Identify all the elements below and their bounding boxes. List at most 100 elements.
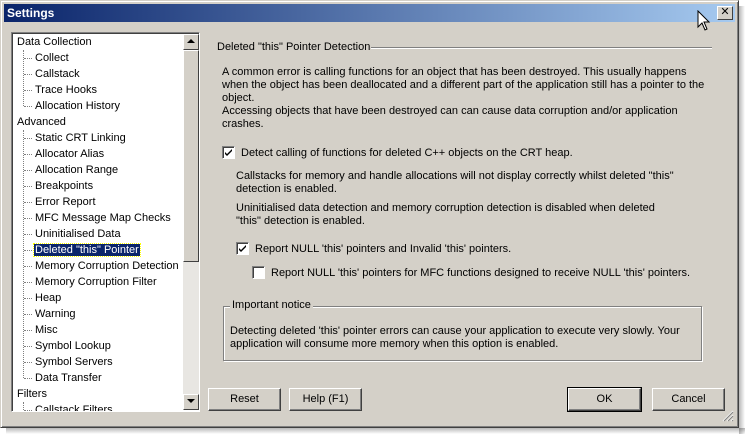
- tree-item-label: Memory Corruption Detection: [35, 260, 179, 272]
- tree-item[interactable]: Callstack: [34, 66, 81, 82]
- tree-item[interactable]: Symbol Servers: [34, 354, 114, 370]
- tree-item-label: Memory Corruption Filter: [35, 276, 157, 288]
- close-icon: ✕: [720, 6, 730, 18]
- tree-connector: [23, 402, 24, 411]
- checkmark-icon: [225, 149, 232, 156]
- tree-item[interactable]: Symbol Lookup: [34, 338, 112, 354]
- help-button[interactable]: Help (F1): [289, 388, 362, 411]
- tree-item-label: Deleted "this" Pointer: [33, 243, 141, 257]
- report-mfc-checkbox-label[interactable]: Report NULL 'this' pointers for MFC func…: [271, 267, 690, 280]
- tree-item[interactable]: Filters: [16, 386, 48, 402]
- tree-connector: [24, 106, 32, 107]
- resize-gripper-icon[interactable]: [722, 410, 734, 422]
- tree-item-label: Static CRT Linking: [35, 132, 126, 144]
- tree-item[interactable]: Callstack Filters: [34, 402, 114, 411]
- detect-checkbox-label[interactable]: Detect calling of functions for deleted …: [241, 147, 573, 160]
- tree-item[interactable]: Allocation History: [34, 98, 121, 114]
- tree-connector: [24, 282, 32, 283]
- tree-item-label: Collect: [35, 52, 69, 64]
- tree-item-label: Symbol Servers: [35, 356, 113, 368]
- mouse-cursor-icon: [697, 10, 711, 31]
- notice-title: Important notice: [230, 299, 313, 311]
- tree-item[interactable]: Data Transfer: [34, 370, 103, 386]
- tree-item[interactable]: Breakpoints: [34, 178, 94, 194]
- tree-connector: [24, 234, 32, 235]
- tree-item[interactable]: Error Report: [34, 194, 97, 210]
- tree-connector: [24, 90, 32, 91]
- tree-item[interactable]: MFC Message Map Checks: [34, 210, 172, 226]
- tree-item[interactable]: Allocator Alias: [34, 146, 105, 162]
- tree-item-label: Allocation Range: [35, 164, 119, 176]
- tree-item-label: Error Report: [35, 196, 96, 208]
- tree-item[interactable]: Misc: [34, 322, 59, 338]
- tree-item-label: Trace Hooks: [35, 84, 97, 96]
- tree-item-label: MFC Message Map Checks: [35, 212, 171, 224]
- tree-item-label: Advanced: [17, 116, 66, 128]
- tree-item[interactable]: Heap: [34, 290, 62, 306]
- tree-item-label: Misc: [35, 324, 58, 336]
- report-null-checkbox-label[interactable]: Report NULL 'this' pointers and Invalid …: [255, 243, 511, 256]
- tree-item[interactable]: Uninitialised Data: [34, 226, 122, 242]
- intro-paragraph-2: Accessing objects that have been destroy…: [222, 105, 678, 130]
- tree-item[interactable]: Data Collection: [16, 34, 93, 50]
- tree-item[interactable]: Deleted "this" Pointer: [33, 242, 141, 258]
- cancel-button[interactable]: Cancel: [652, 388, 725, 411]
- settings-tree[interactable]: Data Collection Collect Callstack Trace Hoo…: [11, 32, 200, 412]
- tree-connector: [23, 130, 24, 378]
- window-title: Settings: [7, 6, 55, 20]
- tree-item[interactable]: Memory Corruption Detection: [34, 258, 180, 274]
- tree-connector: [24, 362, 32, 363]
- notice-text: Detecting deleted 'this' pointer errors …: [230, 325, 680, 350]
- important-notice-group: Important notice Detecting deleted 'this…: [223, 299, 702, 361]
- title-bar[interactable]: Settings ✕: [4, 4, 735, 22]
- report-null-checkbox[interactable]: [236, 242, 249, 255]
- tree-connector: [24, 266, 32, 267]
- tree-item-label: Breakpoints: [35, 180, 94, 192]
- tree-item-label: Symbol Lookup: [35, 340, 111, 352]
- tree-item-label: Heap: [35, 292, 62, 304]
- tree-item[interactable]: Collect: [34, 50, 70, 66]
- scroll-thumb[interactable]: [183, 50, 199, 262]
- tree-item-label: Callstack Filters: [35, 404, 113, 411]
- tree-connector: [24, 314, 32, 315]
- tree-scrollbar[interactable]: [183, 34, 199, 410]
- tree-item-label: Warning: [35, 308, 76, 320]
- tree-item[interactable]: Warning: [34, 306, 77, 322]
- tree-connector: [24, 330, 32, 331]
- arrow-down-icon: [187, 399, 195, 403]
- tree-item[interactable]: Allocation Range: [34, 162, 119, 178]
- tree-connector: [24, 74, 32, 75]
- tree-item[interactable]: Trace Hooks: [34, 82, 98, 98]
- tree-item[interactable]: Memory Corruption Filter: [34, 274, 158, 290]
- tree-connector: [24, 170, 32, 171]
- tree-items: Data Collection Collect Callstack Trace Hoo…: [14, 33, 182, 411]
- detect-checkbox[interactable]: [222, 146, 235, 159]
- scroll-down-button[interactable]: [183, 394, 199, 410]
- tree-connector: [24, 410, 32, 411]
- tree-connector: [23, 50, 24, 106]
- report-mfc-checkbox[interactable]: [252, 266, 265, 279]
- tree-item-label: Allocation History: [35, 100, 120, 112]
- tree-connector: [24, 154, 32, 155]
- tree-item-label: Data Transfer: [35, 372, 102, 384]
- window-shadow-bottom: [6, 428, 745, 434]
- tree-connector: [24, 138, 32, 139]
- group-divider: [371, 47, 712, 49]
- tree-item-label: Data Collection: [17, 36, 92, 48]
- tree-connector: [24, 202, 32, 203]
- arrow-up-icon: [187, 39, 195, 43]
- scroll-up-button[interactable]: [183, 34, 199, 50]
- ok-button[interactable]: OK: [567, 387, 642, 412]
- note-uninitialised: Uninitialised data detection and memory …: [236, 202, 655, 227]
- tree-connector: [24, 346, 32, 347]
- window-shadow-right: [739, 6, 745, 434]
- tree-connector: [24, 58, 32, 59]
- close-button[interactable]: ✕: [717, 6, 733, 20]
- reset-button[interactable]: Reset: [208, 388, 281, 411]
- checkmark-icon: [239, 245, 246, 252]
- tree-item[interactable]: Advanced: [16, 114, 67, 130]
- tree-connector: [24, 378, 32, 379]
- tree-item-label: Filters: [17, 388, 47, 400]
- tree-connector: [24, 250, 32, 251]
- tree-item[interactable]: Static CRT Linking: [34, 130, 127, 146]
